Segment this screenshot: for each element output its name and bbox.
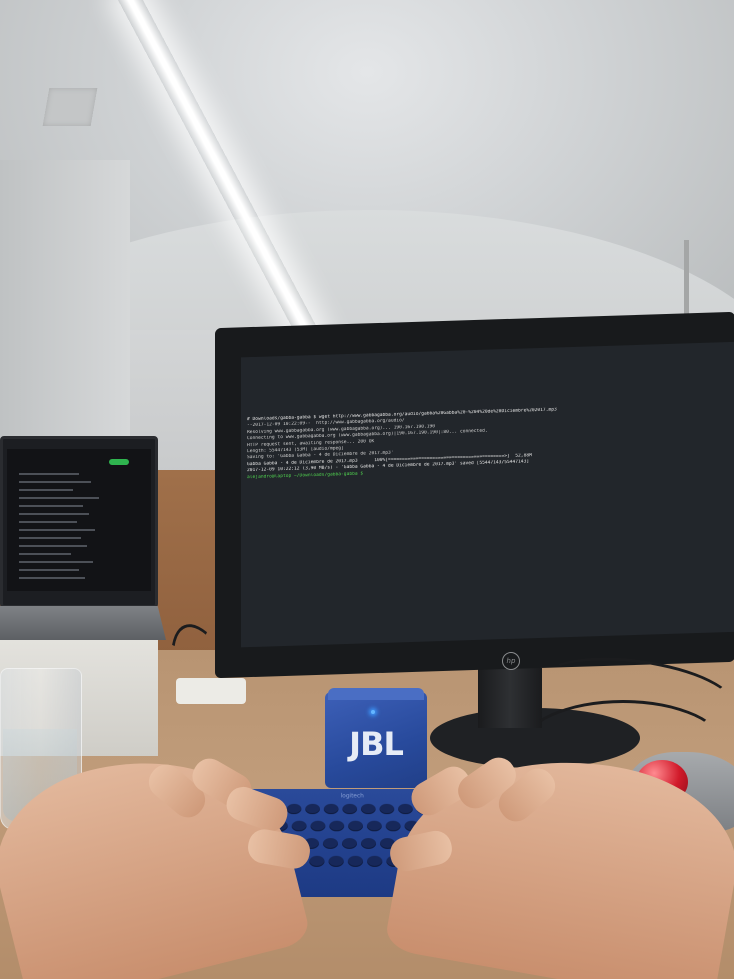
laptop-screen <box>0 436 158 608</box>
key <box>360 803 376 815</box>
terminal-window[interactable]: # Downloads/gabba-gabba $ wget http://ww… <box>241 341 734 648</box>
key <box>305 803 321 815</box>
key <box>310 820 326 832</box>
monitor-stand <box>478 668 542 728</box>
playlist-row <box>19 473 79 475</box>
playlist-row <box>19 545 87 547</box>
key <box>360 838 377 849</box>
playlist-row <box>19 489 73 491</box>
music-player-window <box>7 449 151 591</box>
playlist-row <box>19 505 83 507</box>
key <box>342 803 358 815</box>
playlist-row <box>19 521 77 523</box>
photo-scene: # Downloads/gabba-gabba $ wget http://ww… <box>0 0 734 979</box>
playlist-row <box>19 529 95 531</box>
playlist-row <box>19 537 81 539</box>
key <box>379 803 395 815</box>
speaker-led-icon <box>371 710 375 714</box>
playlist-row <box>19 577 85 579</box>
laptop-keyboard-deck <box>0 606 166 640</box>
keyboard-brand: logitech <box>340 792 364 800</box>
key <box>366 820 382 832</box>
playlist-row <box>19 481 91 483</box>
playlist-row <box>19 569 79 571</box>
key <box>286 803 302 815</box>
speaker-top <box>328 688 424 700</box>
key <box>309 855 325 867</box>
play-button[interactable] <box>109 459 129 465</box>
ceiling-vent <box>42 88 98 126</box>
terminal-output: # Downloads/gabba-gabba $ wget http://ww… <box>247 402 734 481</box>
key <box>397 803 413 815</box>
key <box>329 820 345 832</box>
key <box>341 838 358 849</box>
key <box>367 855 383 867</box>
speaker-logo: JBL <box>349 725 404 763</box>
playlist-row <box>19 497 99 499</box>
key <box>323 803 339 815</box>
playlist-row <box>19 553 71 555</box>
playlist-row <box>19 513 89 515</box>
monitor: # Downloads/gabba-gabba $ wget http://ww… <box>215 311 734 679</box>
key <box>291 820 307 832</box>
playlist-row <box>19 561 93 563</box>
key <box>347 855 364 867</box>
key <box>385 820 401 832</box>
hp-logo: hp <box>502 652 520 670</box>
key <box>322 838 339 849</box>
key <box>348 820 363 832</box>
key <box>328 855 344 867</box>
